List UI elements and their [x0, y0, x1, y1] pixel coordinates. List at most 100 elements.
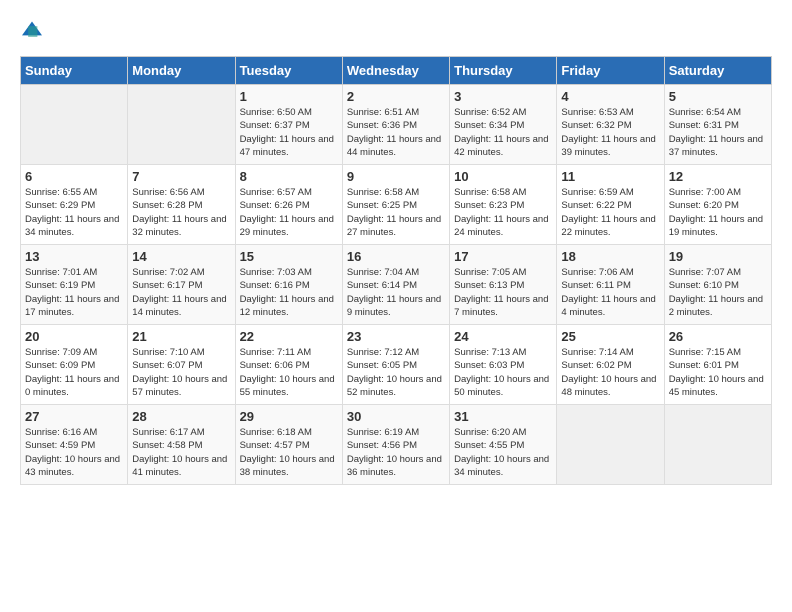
day-detail: Sunrise: 6:58 AMSunset: 6:25 PMDaylight:… — [347, 187, 441, 238]
day-detail: Sunrise: 6:56 AMSunset: 6:28 PMDaylight:… — [132, 187, 226, 238]
calendar-cell — [664, 405, 771, 485]
day-number: 2 — [347, 89, 445, 104]
day-detail: Sunrise: 6:53 AMSunset: 6:32 PMDaylight:… — [561, 107, 655, 158]
day-number: 21 — [132, 329, 230, 344]
day-detail: Sunrise: 7:03 AMSunset: 6:16 PMDaylight:… — [240, 267, 334, 318]
day-number: 4 — [561, 89, 659, 104]
calendar-cell: 11 Sunrise: 6:59 AMSunset: 6:22 PMDaylig… — [557, 165, 664, 245]
day-number: 26 — [669, 329, 767, 344]
day-number: 30 — [347, 409, 445, 424]
day-detail: Sunrise: 7:14 AMSunset: 6:02 PMDaylight:… — [561, 347, 656, 398]
day-detail: Sunrise: 7:10 AMSunset: 6:07 PMDaylight:… — [132, 347, 227, 398]
logo — [20, 20, 48, 40]
day-number: 19 — [669, 249, 767, 264]
calendar-cell: 16 Sunrise: 7:04 AMSunset: 6:14 PMDaylig… — [342, 245, 449, 325]
calendar-cell: 13 Sunrise: 7:01 AMSunset: 6:19 PMDaylig… — [21, 245, 128, 325]
calendar-cell: 4 Sunrise: 6:53 AMSunset: 6:32 PMDayligh… — [557, 85, 664, 165]
calendar-cell: 8 Sunrise: 6:57 AMSunset: 6:26 PMDayligh… — [235, 165, 342, 245]
day-number: 25 — [561, 329, 659, 344]
calendar-cell: 9 Sunrise: 6:58 AMSunset: 6:25 PMDayligh… — [342, 165, 449, 245]
day-number: 14 — [132, 249, 230, 264]
day-detail: Sunrise: 7:02 AMSunset: 6:17 PMDaylight:… — [132, 267, 226, 318]
calendar-cell: 28 Sunrise: 6:17 AMSunset: 4:58 PMDaylig… — [128, 405, 235, 485]
day-number: 29 — [240, 409, 338, 424]
calendar-week-row: 1 Sunrise: 6:50 AMSunset: 6:37 PMDayligh… — [21, 85, 772, 165]
day-detail: Sunrise: 7:11 AMSunset: 6:06 PMDaylight:… — [240, 347, 335, 398]
calendar-cell: 1 Sunrise: 6:50 AMSunset: 6:37 PMDayligh… — [235, 85, 342, 165]
calendar-cell: 20 Sunrise: 7:09 AMSunset: 6:09 PMDaylig… — [21, 325, 128, 405]
calendar-cell: 10 Sunrise: 6:58 AMSunset: 6:23 PMDaylig… — [450, 165, 557, 245]
calendar-cell: 30 Sunrise: 6:19 AMSunset: 4:56 PMDaylig… — [342, 405, 449, 485]
weekday-header-row: SundayMondayTuesdayWednesdayThursdayFrid… — [21, 57, 772, 85]
calendar-cell — [128, 85, 235, 165]
weekday-header-saturday: Saturday — [664, 57, 771, 85]
day-detail: Sunrise: 6:57 AMSunset: 6:26 PMDaylight:… — [240, 187, 334, 238]
day-number: 27 — [25, 409, 123, 424]
day-detail: Sunrise: 6:59 AMSunset: 6:22 PMDaylight:… — [561, 187, 655, 238]
day-detail: Sunrise: 7:13 AMSunset: 6:03 PMDaylight:… — [454, 347, 549, 398]
calendar-cell: 17 Sunrise: 7:05 AMSunset: 6:13 PMDaylig… — [450, 245, 557, 325]
day-detail: Sunrise: 6:20 AMSunset: 4:55 PMDaylight:… — [454, 427, 549, 478]
day-number: 11 — [561, 169, 659, 184]
day-detail: Sunrise: 7:12 AMSunset: 6:05 PMDaylight:… — [347, 347, 442, 398]
calendar-cell: 12 Sunrise: 7:00 AMSunset: 6:20 PMDaylig… — [664, 165, 771, 245]
day-number: 17 — [454, 249, 552, 264]
calendar-cell — [21, 85, 128, 165]
day-detail: Sunrise: 7:09 AMSunset: 6:09 PMDaylight:… — [25, 347, 119, 398]
calendar-cell: 26 Sunrise: 7:15 AMSunset: 6:01 PMDaylig… — [664, 325, 771, 405]
weekday-header-thursday: Thursday — [450, 57, 557, 85]
day-number: 10 — [454, 169, 552, 184]
weekday-header-friday: Friday — [557, 57, 664, 85]
day-detail: Sunrise: 6:16 AMSunset: 4:59 PMDaylight:… — [25, 427, 120, 478]
day-detail: Sunrise: 7:00 AMSunset: 6:20 PMDaylight:… — [669, 187, 763, 238]
calendar-week-row: 13 Sunrise: 7:01 AMSunset: 6:19 PMDaylig… — [21, 245, 772, 325]
calendar-cell: 23 Sunrise: 7:12 AMSunset: 6:05 PMDaylig… — [342, 325, 449, 405]
day-detail: Sunrise: 6:52 AMSunset: 6:34 PMDaylight:… — [454, 107, 548, 158]
day-number: 22 — [240, 329, 338, 344]
calendar-week-row: 27 Sunrise: 6:16 AMSunset: 4:59 PMDaylig… — [21, 405, 772, 485]
calendar-cell: 21 Sunrise: 7:10 AMSunset: 6:07 PMDaylig… — [128, 325, 235, 405]
day-number: 12 — [669, 169, 767, 184]
calendar-cell: 31 Sunrise: 6:20 AMSunset: 4:55 PMDaylig… — [450, 405, 557, 485]
day-number: 7 — [132, 169, 230, 184]
calendar-cell: 14 Sunrise: 7:02 AMSunset: 6:17 PMDaylig… — [128, 245, 235, 325]
page-header — [20, 20, 772, 40]
calendar-week-row: 6 Sunrise: 6:55 AMSunset: 6:29 PMDayligh… — [21, 165, 772, 245]
day-number: 9 — [347, 169, 445, 184]
day-detail: Sunrise: 6:50 AMSunset: 6:37 PMDaylight:… — [240, 107, 334, 158]
calendar-cell: 7 Sunrise: 6:56 AMSunset: 6:28 PMDayligh… — [128, 165, 235, 245]
day-number: 3 — [454, 89, 552, 104]
calendar-table: SundayMondayTuesdayWednesdayThursdayFrid… — [20, 56, 772, 485]
weekday-header-wednesday: Wednesday — [342, 57, 449, 85]
calendar-cell: 25 Sunrise: 7:14 AMSunset: 6:02 PMDaylig… — [557, 325, 664, 405]
calendar-cell: 15 Sunrise: 7:03 AMSunset: 6:16 PMDaylig… — [235, 245, 342, 325]
day-number: 5 — [669, 89, 767, 104]
day-detail: Sunrise: 6:17 AMSunset: 4:58 PMDaylight:… — [132, 427, 227, 478]
calendar-cell: 6 Sunrise: 6:55 AMSunset: 6:29 PMDayligh… — [21, 165, 128, 245]
day-detail: Sunrise: 7:05 AMSunset: 6:13 PMDaylight:… — [454, 267, 548, 318]
day-number: 18 — [561, 249, 659, 264]
day-number: 28 — [132, 409, 230, 424]
calendar-week-row: 20 Sunrise: 7:09 AMSunset: 6:09 PMDaylig… — [21, 325, 772, 405]
day-detail: Sunrise: 6:51 AMSunset: 6:36 PMDaylight:… — [347, 107, 441, 158]
day-detail: Sunrise: 7:04 AMSunset: 6:14 PMDaylight:… — [347, 267, 441, 318]
day-detail: Sunrise: 6:55 AMSunset: 6:29 PMDaylight:… — [25, 187, 119, 238]
day-detail: Sunrise: 6:54 AMSunset: 6:31 PMDaylight:… — [669, 107, 763, 158]
calendar-cell: 5 Sunrise: 6:54 AMSunset: 6:31 PMDayligh… — [664, 85, 771, 165]
calendar-cell: 29 Sunrise: 6:18 AMSunset: 4:57 PMDaylig… — [235, 405, 342, 485]
day-number: 16 — [347, 249, 445, 264]
calendar-cell: 22 Sunrise: 7:11 AMSunset: 6:06 PMDaylig… — [235, 325, 342, 405]
weekday-header-monday: Monday — [128, 57, 235, 85]
day-number: 23 — [347, 329, 445, 344]
day-number: 1 — [240, 89, 338, 104]
calendar-cell: 24 Sunrise: 7:13 AMSunset: 6:03 PMDaylig… — [450, 325, 557, 405]
day-detail: Sunrise: 7:15 AMSunset: 6:01 PMDaylight:… — [669, 347, 764, 398]
weekday-header-tuesday: Tuesday — [235, 57, 342, 85]
calendar-cell — [557, 405, 664, 485]
day-number: 20 — [25, 329, 123, 344]
day-detail: Sunrise: 6:58 AMSunset: 6:23 PMDaylight:… — [454, 187, 548, 238]
day-detail: Sunrise: 7:06 AMSunset: 6:11 PMDaylight:… — [561, 267, 655, 318]
day-detail: Sunrise: 6:19 AMSunset: 4:56 PMDaylight:… — [347, 427, 442, 478]
logo-icon — [20, 20, 44, 40]
day-number: 8 — [240, 169, 338, 184]
